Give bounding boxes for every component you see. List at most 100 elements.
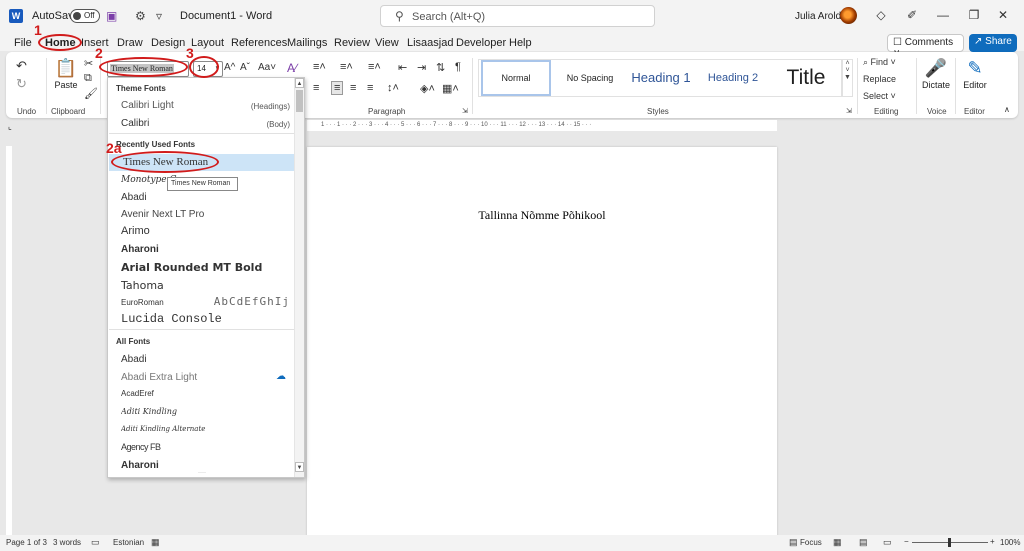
customize-icon[interactable]: ⚙ [135,9,146,23]
replace-button[interactable]: Replace [863,74,896,84]
quick-access-more-icon[interactable]: ▿ [156,9,162,23]
justify-icon[interactable]: ≡ [367,82,373,94]
tab-lisaasjad[interactable]: Lisaasjad [407,37,453,49]
decrease-indent-icon[interactable]: ⇤ [398,61,407,74]
style-no-spacing[interactable]: No Spacing [555,60,625,96]
page-count[interactable]: Page 1 of 3 [6,538,47,547]
pen-icon[interactable]: ✐ [904,8,920,22]
cut-icon[interactable]: ✂ [84,57,93,70]
font-option[interactable]: Abadi [121,354,291,365]
avatar[interactable] [840,7,857,24]
sort-icon[interactable]: ⇅ [436,61,445,74]
tab-references[interactable]: References [231,37,287,49]
pilcrow-icon[interactable]: ¶ [455,61,461,73]
share-button[interactable]: ↗ Share [969,34,1017,52]
zoom-slider-thumb[interactable] [948,538,951,547]
collapse-ribbon-icon[interactable]: ∧ [1004,105,1010,114]
zoom-level[interactable]: 100% [1000,538,1020,547]
zoom-in-icon[interactable]: + [990,537,995,546]
search-input[interactable]: ⚲ Search (Alt+Q) [380,5,655,27]
bullets-icon[interactable]: ≡˄ [313,61,326,73]
numbering-icon[interactable]: ≡˄ [340,61,353,73]
copy-icon[interactable]: ⧉ [84,72,92,85]
grow-font-button[interactable]: A^ [224,62,235,73]
borders-icon[interactable]: ▦˄ [442,82,459,95]
tab-file[interactable]: File [14,37,32,49]
increase-indent-icon[interactable]: ⇥ [417,61,426,74]
font-option[interactable]: Aditi Kindling Alternate [121,425,291,433]
tab-review[interactable]: Review [334,37,370,49]
focus-icon[interactable]: ▤ [789,537,798,548]
editor-button[interactable]: ✎ Editor [959,56,991,90]
style-heading-1[interactable]: Heading 1 [625,60,697,96]
autosave-toggle[interactable]: Off [70,9,100,23]
accessibility-icon[interactable]: ▦ [151,537,160,548]
print-layout-icon[interactable]: ▤ [859,537,868,548]
align-center-icon[interactable]: ≡ [331,81,344,95]
restore-button[interactable]: ❐ [966,8,982,22]
language[interactable]: Estonian [113,538,144,547]
vertical-ruler[interactable] [6,146,12,536]
change-case-button[interactable]: Aa˅ [258,62,276,73]
word-count[interactable]: 3 words [53,538,81,547]
styles-scroll[interactable]: ˄ ˅ ▼ [842,59,853,97]
font-option[interactable]: Aharoni [121,244,291,255]
tab-help[interactable]: Help [509,37,532,49]
save-icon[interactable]: ▣ [106,9,117,23]
align-right-icon[interactable]: ≡ [350,82,356,94]
read-mode-icon[interactable]: ▦ [833,537,842,548]
paragraph-launcher-icon[interactable]: ⇲ [462,107,468,115]
undo-icon[interactable]: ↶ [16,58,27,74]
multilevel-list-icon[interactable]: ≡˄ [368,61,381,73]
style-heading-2[interactable]: Heading 2 [697,60,769,96]
font-option[interactable]: Abadi Extra Light [121,372,291,383]
minimize-button[interactable]: — [935,8,951,22]
font-option[interactable]: Aditi Kindling [121,407,291,416]
scroll-up-icon[interactable]: ▲ [295,78,304,88]
document-text[interactable]: Tallinna Nõmme Põhikool [307,208,777,223]
font-option[interactable]: Arial Rounded MT Bold [121,261,291,274]
scroll-down-icon[interactable]: ▼ [295,462,304,472]
dictate-button[interactable]: 🎤 Dictate [920,56,952,90]
focus-button[interactable]: Focus [800,538,822,547]
document-page[interactable]: Tallinna Nõmme Põhikool [307,147,777,537]
proofing-icon[interactable]: ▭ [91,537,100,548]
font-option[interactable]: Abadi [121,192,291,203]
horizontal-ruler[interactable]: 1 · · · 1 · · · 2 · · · 3 · · · 4 · · · … [307,120,777,131]
paste-button[interactable]: 📋 Paste [53,56,79,90]
user-name[interactable]: Julia Arold [795,11,841,22]
dropdown-scrollbar[interactable]: ▲ ▼ [294,78,304,477]
clear-formatting-icon[interactable]: A∕ [287,61,297,75]
font-option[interactable]: Aharoni [121,460,291,471]
font-option[interactable]: Avenir Next LT Pro [121,209,291,220]
scroll-thumb[interactable] [296,90,303,112]
tab-developer[interactable]: Developer [456,37,506,49]
resize-grip-icon[interactable]: ···· [198,470,206,476]
font-option[interactable]: Agency FB [121,442,291,452]
tab-view[interactable]: View [375,37,399,49]
style-title[interactable]: Title [771,60,841,96]
redo-icon[interactable]: ↻ [16,76,27,92]
tab-mailings[interactable]: Mailings [287,37,327,49]
font-option[interactable]: Arimo [121,225,291,237]
zoom-out-icon[interactable]: − [904,537,909,546]
close-button[interactable]: ✕ [995,8,1011,22]
diamond-icon[interactable]: ◇ [873,8,889,22]
tab-design[interactable]: Design [151,37,185,49]
line-spacing-icon[interactable]: ↕˄ [387,82,399,94]
style-normal[interactable]: Normal [481,60,551,96]
font-option[interactable]: Lucida Console [121,312,291,326]
styles-launcher-icon[interactable]: ⇲ [846,107,852,115]
font-option[interactable]: Tahoma [121,279,291,292]
align-left-icon[interactable]: ≡ [313,82,319,94]
select-button[interactable]: Select ˅ [863,91,896,101]
font-option[interactable]: AcadEref [121,389,291,398]
tab-layout[interactable]: Layout [191,37,224,49]
cloud-download-icon[interactable]: ☁ [276,371,286,382]
shrink-font-button[interactable]: Aˇ [240,62,250,73]
find-button[interactable]: ⌕ Find ˅ [863,57,896,68]
shading-icon[interactable]: ◈˄ [420,82,435,95]
format-painter-icon[interactable]: 🖌 [84,87,98,100]
tab-selector-icon[interactable]: ⌞ [8,122,12,131]
web-layout-icon[interactable]: ▭ [883,537,892,548]
